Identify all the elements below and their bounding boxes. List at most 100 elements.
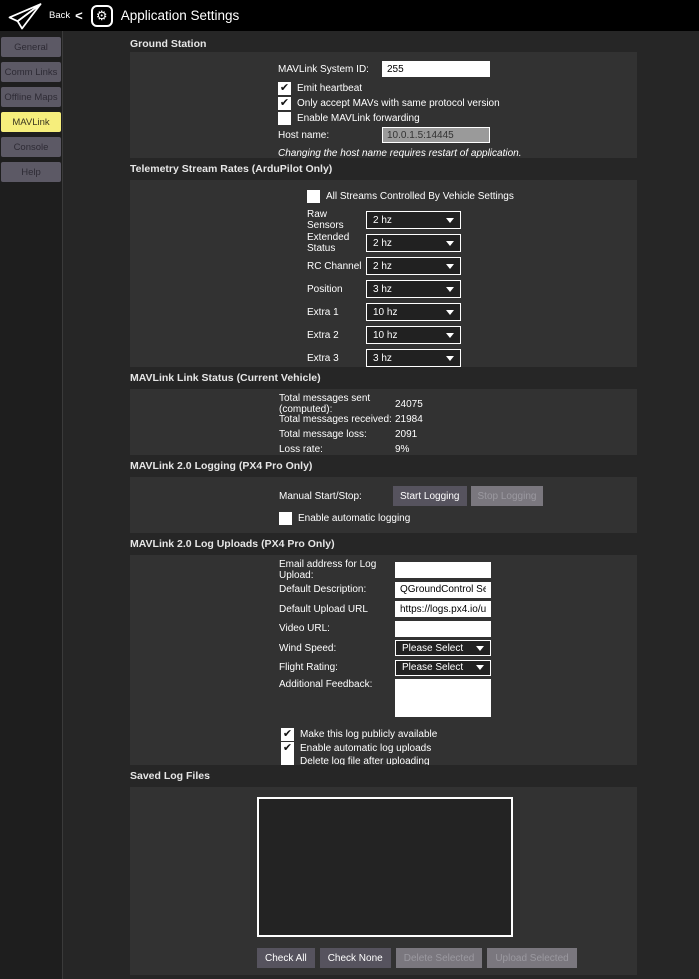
section-title-log-uploads: MAVLink 2.0 Log Uploads (PX4 Pro Only) <box>130 533 699 555</box>
additional-feedback-label: Additional Feedback: <box>279 679 395 690</box>
stop-logging-button: Stop Logging <box>471 486 544 506</box>
chevron-down-icon <box>446 241 454 246</box>
extra3-label: Extra 3 <box>307 353 366 364</box>
host-name-restart-note: Changing the host name requires restart … <box>278 148 637 158</box>
message-loss-value: 2091 <box>395 429 417 440</box>
raw-sensors-value: 2 hz <box>373 215 446 226</box>
mavlink-forwarding-checkbox[interactable]: ✔ <box>278 112 291 125</box>
qgc-plane-logo-icon <box>5 2 45 30</box>
sidebar-item-console[interactable]: Console <box>1 137 61 157</box>
log-public-label: Make this log publicly available <box>300 729 437 740</box>
extra3-dropdown[interactable]: 3 hz <box>366 349 461 367</box>
chevron-down-icon <box>446 356 454 361</box>
flight-rating-value: Please Select <box>402 662 476 673</box>
default-description-input[interactable] <box>395 582 491 598</box>
mavlink-system-id-label: MAVLink System ID: <box>278 64 382 75</box>
section-title-logging: MAVLink 2.0 Logging (PX4 Pro Only) <box>130 455 699 477</box>
auto-logging-label: Enable automatic logging <box>298 513 410 524</box>
upload-email-label: Email address for Log Upload: <box>279 559 395 581</box>
rc-channel-dropdown[interactable]: 2 hz <box>366 257 461 275</box>
additional-feedback-textarea[interactable] <box>395 679 491 717</box>
default-description-label: Default Description: <box>279 584 395 595</box>
loss-rate-value: 9% <box>395 444 409 455</box>
sidebar-item-comm-links[interactable]: Comm Links <box>1 62 61 82</box>
extended-status-value: 2 hz <box>373 238 446 249</box>
sidebar-item-offline-maps[interactable]: Offline Maps <box>1 87 61 107</box>
chevron-down-icon <box>446 333 454 338</box>
wind-speed-value: Please Select <box>402 643 476 654</box>
auto-logging-checkbox[interactable]: ✔ <box>279 512 292 525</box>
messages-received-label: Total messages received: <box>279 414 395 425</box>
position-label: Position <box>307 284 366 295</box>
emit-heartbeat-label: Emit heartbeat <box>297 83 362 94</box>
check-all-button[interactable]: Check All <box>257 948 315 968</box>
messages-sent-label: Total messages sent (computed): <box>279 393 395 415</box>
wind-speed-label: Wind Speed: <box>279 643 395 654</box>
saved-logs-button-row: Check All Check None Delete Selected Upl… <box>257 948 637 968</box>
manual-start-stop-label: Manual Start/Stop: <box>279 491 393 502</box>
check-none-button[interactable]: Check None <box>320 948 391 968</box>
flight-rating-label: Flight Rating: <box>279 662 395 673</box>
log-uploads-panel: Email address for Log Upload: Default De… <box>130 555 637 765</box>
chevron-down-icon <box>446 264 454 269</box>
delete-after-upload-checkbox[interactable]: ✔ <box>281 755 294 765</box>
messages-received-value: 21984 <box>395 414 423 425</box>
back-chevron-icon[interactable]: < <box>75 8 83 23</box>
emit-heartbeat-checkbox[interactable]: ✔ <box>278 82 291 95</box>
ground-station-panel: MAVLink System ID: ✔ Emit heartbeat ✔ On… <box>130 52 637 158</box>
chevron-down-icon <box>446 287 454 292</box>
extra3-value: 3 hz <box>373 353 446 364</box>
back-button[interactable]: Back <box>49 10 70 21</box>
extra2-dropdown[interactable]: 10 hz <box>366 326 461 344</box>
upload-selected-button: Upload Selected <box>487 948 576 968</box>
link-status-panel: Total messages sent (computed): 24075 To… <box>130 389 637 455</box>
mavlink-system-id-input[interactable] <box>382 61 490 77</box>
default-upload-url-input[interactable] <box>395 601 491 617</box>
saved-log-files-list[interactable] <box>257 797 513 937</box>
extended-status-dropdown[interactable]: 2 hz <box>366 234 461 252</box>
delete-after-upload-label: Delete log file after uploading <box>300 756 430 765</box>
message-loss-label: Total message loss: <box>279 429 395 440</box>
extra1-dropdown[interactable]: 10 hz <box>366 303 461 321</box>
sidebar-item-mavlink[interactable]: MAVLink <box>1 112 61 132</box>
extra2-label: Extra 2 <box>307 330 366 341</box>
log-public-checkbox[interactable]: ✔ <box>281 728 294 741</box>
video-url-input[interactable] <box>395 621 491 637</box>
telemetry-panel: ✔ All Streams Controlled By Vehicle Sett… <box>130 180 637 367</box>
wind-speed-dropdown[interactable]: Please Select <box>395 640 491 656</box>
start-logging-button[interactable]: Start Logging <box>393 486 467 506</box>
raw-sensors-label: Raw Sensors <box>307 209 366 231</box>
chevron-down-icon <box>446 218 454 223</box>
mavlink-settings-page: Ground Station MAVLink System ID: ✔ Emit… <box>63 31 699 979</box>
mavlink-forwarding-label: Enable MAVLink forwarding <box>297 113 420 124</box>
loss-rate-label: Loss rate: <box>279 444 395 455</box>
chevron-down-icon <box>446 310 454 315</box>
settings-sidebar: General Comm Links Offline Maps MAVLink … <box>0 31 62 979</box>
position-dropdown[interactable]: 3 hz <box>366 280 461 298</box>
chevron-down-icon <box>476 665 484 670</box>
auto-upload-label: Enable automatic log uploads <box>300 743 431 754</box>
raw-sensors-dropdown[interactable]: 2 hz <box>366 211 461 229</box>
flight-rating-dropdown[interactable]: Please Select <box>395 660 491 676</box>
header-toolbar: Back < ⚙ Application Settings <box>0 0 699 31</box>
extra1-value: 10 hz <box>373 307 446 318</box>
gear-glyph: ⚙ <box>96 9 108 22</box>
application-settings-gear-icon: ⚙ <box>91 5 113 27</box>
saved-logs-panel: Check All Check None Delete Selected Upl… <box>130 787 637 975</box>
rc-channel-label: RC Channel <box>307 261 366 272</box>
extra1-label: Extra 1 <box>307 307 366 318</box>
video-url-label: Video URL: <box>279 623 395 634</box>
sidebar-item-help[interactable]: Help <box>1 162 61 182</box>
delete-selected-button: Delete Selected <box>396 948 483 968</box>
upload-email-input[interactable] <box>395 562 491 578</box>
sidebar-item-general[interactable]: General <box>1 37 61 57</box>
same-protocol-version-checkbox[interactable]: ✔ <box>278 97 291 110</box>
messages-sent-value: 24075 <box>395 399 423 410</box>
position-value: 3 hz <box>373 284 446 295</box>
rc-channel-value: 2 hz <box>373 261 446 272</box>
section-title-telemetry: Telemetry Stream Rates (ArduPilot Only) <box>130 158 699 180</box>
auto-upload-checkbox[interactable]: ✔ <box>281 742 294 755</box>
page-title: Application Settings <box>121 8 240 23</box>
host-name-input <box>382 127 490 143</box>
all-streams-checkbox[interactable]: ✔ <box>307 190 320 203</box>
